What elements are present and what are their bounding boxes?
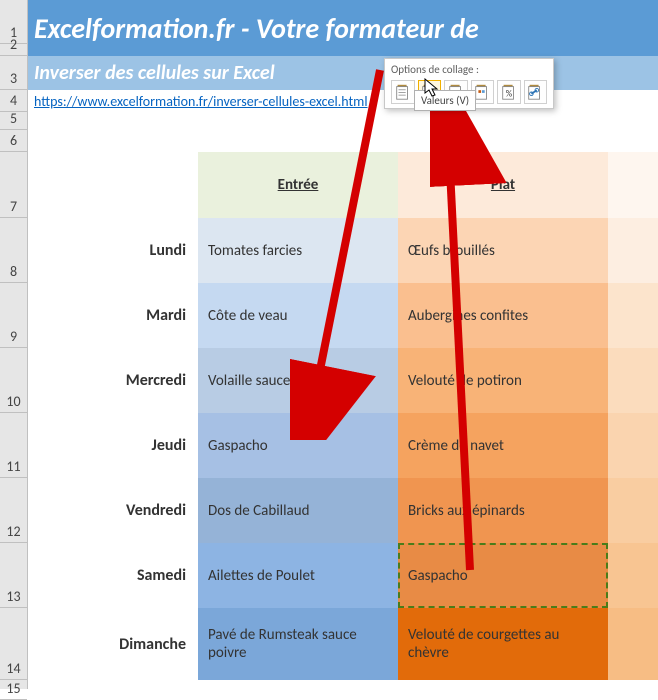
row-header-13[interactable]: 13 <box>0 543 27 608</box>
entree-cell[interactable]: Dos de Cabillaud <box>198 478 398 543</box>
row-header-10[interactable]: 10 <box>0 348 27 413</box>
header-plat[interactable]: Plat <box>398 152 608 218</box>
row-header-15[interactable]: 15 <box>0 680 27 700</box>
table-row: Samedi Ailettes de Poulet Gaspacho <box>28 543 658 608</box>
table-row: Lundi Tomates farcies Œufs brouillés <box>28 218 658 283</box>
row-header-4[interactable]: 4 <box>0 90 27 112</box>
row-header-14[interactable]: 14 <box>0 608 27 680</box>
spacer-row-5 <box>28 112 658 130</box>
extra-cell <box>608 283 658 348</box>
row-header-8[interactable]: 8 <box>0 218 27 283</box>
page-title: Excelformation.fr - Votre formateur de <box>28 0 658 56</box>
day-label[interactable]: Mardi <box>28 283 198 348</box>
row-headers: 1 2 3 4 5 6 7 8 9 10 11 12 13 14 15 <box>0 0 28 689</box>
table-row: Vendredi Dos de Cabillaud Bricks aux épi… <box>28 478 658 543</box>
header-extra <box>608 152 658 218</box>
plat-cell[interactable]: Œufs brouillés <box>398 218 608 283</box>
row-header-2[interactable]: 2 <box>0 44 27 56</box>
table-row: Mercredi Volaille sauce moutarde Velouté… <box>28 348 658 413</box>
day-label[interactable]: Jeudi <box>28 413 198 478</box>
plat-cell[interactable]: Velouté de courgettes au chèvre <box>398 608 608 680</box>
table-row: Dimanche Pavé de Rumsteak sauce poivre V… <box>28 608 658 680</box>
extra-cell <box>608 608 658 680</box>
plat-cell[interactable]: Crème de navet <box>398 413 608 478</box>
spacer-row-6 <box>28 130 658 152</box>
worksheet: Excelformation.fr - Votre formateur de I… <box>28 0 658 689</box>
mouse-cursor-icon <box>424 78 440 98</box>
day-label[interactable]: Lundi <box>28 218 198 283</box>
day-label[interactable]: Mercredi <box>28 348 198 413</box>
link-row: https://www.excelformation.fr/inverser-c… <box>28 90 658 112</box>
day-label[interactable]: Vendredi <box>28 478 198 543</box>
extra-cell <box>608 348 658 413</box>
entree-cell[interactable]: Pavé de Rumsteak sauce poivre <box>198 608 398 680</box>
row-header-5[interactable]: 5 <box>0 112 27 130</box>
day-label[interactable]: Samedi <box>28 543 198 608</box>
header-entree[interactable]: Entrée <box>198 152 398 218</box>
table-row: Jeudi Gaspacho Crème de navet <box>28 413 658 478</box>
table-row: Mardi Côte de veau Aubergines confites <box>28 283 658 348</box>
table-header-row: Entrée Plat <box>28 152 658 218</box>
row-header-12[interactable]: 12 <box>0 478 27 543</box>
row-header-6[interactable]: 6 <box>0 130 27 152</box>
menu-table: Entrée Plat Lundi Tomates farcies Œufs b… <box>28 152 658 680</box>
extra-cell <box>608 218 658 283</box>
plat-cell-copied[interactable]: Gaspacho <box>398 543 608 608</box>
paste-options-title: Options de collage : <box>391 63 547 76</box>
row-header-9[interactable]: 9 <box>0 283 27 348</box>
day-label[interactable]: Dimanche <box>28 608 198 680</box>
entree-cell[interactable]: Tomates farcies <box>198 218 398 283</box>
plat-cell[interactable]: Aubergines confites <box>398 283 608 348</box>
paste-all-icon[interactable] <box>391 80 415 104</box>
source-link[interactable]: https://www.excelformation.fr/inverser-c… <box>34 93 368 110</box>
extra-cell <box>608 413 658 478</box>
paste-percent-icon[interactable]: % <box>497 80 521 104</box>
header-day <box>28 152 198 218</box>
plat-cell[interactable]: Velouté de potiron <box>398 348 608 413</box>
svg-text:%: % <box>506 89 513 100</box>
entree-cell[interactable]: Volaille sauce moutarde <box>198 348 398 413</box>
extra-cell <box>608 543 658 608</box>
row-header-3[interactable]: 3 <box>0 56 27 90</box>
plat-cell[interactable]: Bricks aux épinards <box>398 478 608 543</box>
entree-cell[interactable]: Gaspacho <box>198 413 398 478</box>
entree-cell[interactable]: Ailettes de Poulet <box>198 543 398 608</box>
row-header-11[interactable]: 11 <box>0 413 27 478</box>
page-subtitle: Inverser des cellules sur Excel <box>28 56 658 90</box>
extra-cell <box>608 478 658 543</box>
entree-cell[interactable]: Côte de veau <box>198 283 398 348</box>
row-header-7[interactable]: 7 <box>0 152 27 218</box>
paste-link-icon[interactable] <box>524 80 548 104</box>
